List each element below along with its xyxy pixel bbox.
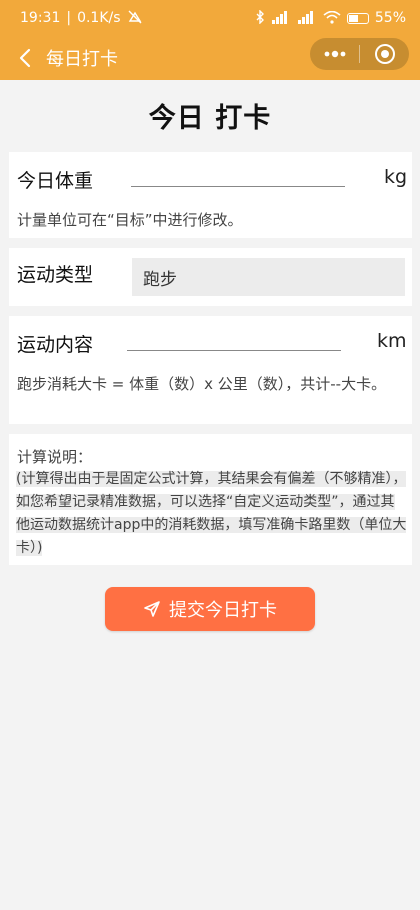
signal-icon-2 bbox=[297, 10, 317, 26]
explanation-body: (计算得出由于是固定公式计算，其结果会有偏差（不够精准），如您希望记录精准数据，… bbox=[16, 471, 407, 556]
exercise-content-label: 运动内容 bbox=[17, 334, 94, 356]
mute-icon bbox=[127, 10, 143, 26]
weight-hint: 计量单位可在“目标”中进行修改。 bbox=[17, 211, 243, 229]
status-time: 19:31 bbox=[20, 10, 61, 26]
exercise-type-card: 运动类型 跑步 bbox=[9, 248, 412, 306]
nav-bar: 每日打卡 bbox=[0, 36, 420, 80]
battery-percent: 55% bbox=[374, 10, 406, 26]
mini-program-capsule bbox=[310, 38, 409, 70]
wifi-icon bbox=[323, 10, 341, 26]
exercise-type-value: 跑步 bbox=[143, 269, 177, 290]
weight-unit: kg bbox=[384, 166, 408, 188]
signal-icon bbox=[271, 10, 291, 26]
distance-unit: km bbox=[377, 330, 407, 352]
calorie-formula: 跑步消耗大卡 = 体重（数）x 公里（数），共计--大卡。 bbox=[17, 375, 387, 393]
back-button[interactable] bbox=[14, 47, 36, 69]
weight-label: 今日体重 bbox=[17, 170, 94, 192]
send-icon bbox=[144, 601, 160, 617]
nav-title: 每日打卡 bbox=[46, 49, 118, 70]
exercise-type-select[interactable]: 跑步 bbox=[132, 258, 405, 296]
network-speed: 0.1K/s bbox=[77, 10, 121, 26]
status-separator: | bbox=[66, 10, 72, 26]
weight-card: 今日体重 kg 计量单位可在“目标”中进行修改。 bbox=[9, 152, 412, 238]
distance-input[interactable] bbox=[127, 330, 341, 351]
status-bar: 19:31 | 0.1K/s 55% bbox=[0, 0, 420, 36]
exercise-type-label: 运动类型 bbox=[17, 264, 94, 286]
close-button[interactable] bbox=[360, 43, 409, 65]
chevron-left-icon bbox=[19, 48, 31, 68]
submit-checkin-button[interactable]: 提交今日打卡 bbox=[105, 587, 315, 631]
weight-input[interactable] bbox=[131, 166, 345, 187]
exercise-content-card: 运动内容 km 跑步消耗大卡 = 体重（数）x 公里（数），共计--大卡。 bbox=[9, 316, 412, 424]
submit-label: 提交今日打卡 bbox=[169, 600, 277, 621]
target-circle-icon bbox=[374, 44, 395, 64]
explanation-title: 计算说明： bbox=[17, 448, 93, 466]
bluetooth-icon bbox=[255, 9, 265, 26]
explanation-card: 计算说明： (计算得出由于是固定公式计算，其结果会有偏差（不够精准），如您希望记… bbox=[9, 434, 412, 565]
more-button[interactable] bbox=[310, 50, 359, 58]
more-dots-icon bbox=[324, 50, 345, 58]
battery-fill bbox=[348, 14, 358, 22]
page-title: 今日 打卡 bbox=[148, 103, 272, 134]
battery-icon bbox=[346, 12, 369, 24]
